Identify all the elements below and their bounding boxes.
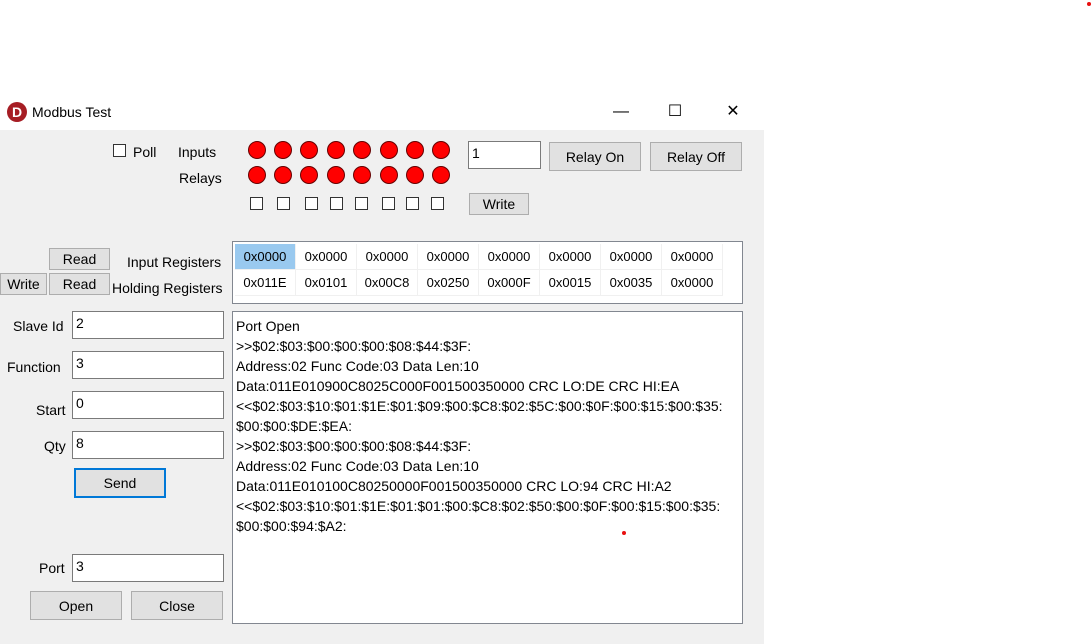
relay-on-button[interactable]: Relay On	[549, 142, 641, 171]
input-led	[380, 141, 398, 159]
slave-id-label: Slave Id	[13, 318, 64, 334]
input-led	[300, 141, 318, 159]
input-register-cell[interactable]: 0x0000	[418, 244, 479, 270]
port-label: Port	[39, 560, 65, 576]
holding-register-cell[interactable]: 0x011E	[235, 270, 296, 296]
holding-register-cell[interactable]: 0x000F	[479, 270, 540, 296]
function-input[interactable]: 3	[72, 351, 224, 379]
qty-label: Qty	[44, 438, 66, 454]
function-label: Function	[7, 359, 61, 375]
relay-number-input[interactable]: 1	[468, 141, 541, 169]
holding-register-cell[interactable]: 0x0035	[601, 270, 662, 296]
log-line: Data:011E010900C8025C000F001500350000 CR…	[236, 378, 680, 394]
start-input[interactable]: 0	[72, 391, 224, 419]
relay-led	[353, 166, 371, 184]
log-line: <<$02:$03:$10:$01:$1E:$01:$09:$00:$C8:$0…	[236, 398, 723, 414]
log-line: $00:$00:$94:$A2:	[236, 518, 347, 534]
input-register-cell[interactable]: 0x0000	[235, 244, 296, 270]
relay-led	[248, 166, 266, 184]
input-led	[432, 141, 450, 159]
open-port-button[interactable]: Open	[30, 591, 122, 620]
app-logo-icon: D	[7, 102, 27, 122]
log-line: Data:011E010100C80250000F001500350000 CR…	[236, 478, 672, 494]
holding-register-cell[interactable]: 0x0250	[418, 270, 479, 296]
log-line: Address:02 Func Code:03 Data Len:10	[236, 458, 479, 474]
relay-led	[380, 166, 398, 184]
relay-checkbox-5[interactable]	[355, 197, 368, 210]
poll-checkbox[interactable]	[113, 144, 126, 157]
title-bar[interactable]: D Modbus Test — ☐ ✕	[0, 96, 764, 130]
stray-red-dot	[1087, 2, 1091, 6]
relays-label: Relays	[179, 170, 222, 186]
relay-checkbox-7[interactable]	[406, 197, 419, 210]
modbus-test-window: D Modbus Test — ☐ ✕ Poll Inputs Relays 1…	[0, 96, 764, 644]
log-line: >>$02:$03:$00:$00:$00:$08:$44:$3F:	[236, 438, 472, 454]
close-window-button[interactable]: ✕	[710, 96, 756, 128]
cursor-dot	[622, 531, 626, 535]
log-line: $00:$00:$DE:$EA:	[236, 418, 352, 434]
relay-led	[432, 166, 450, 184]
relay-checkbox-3[interactable]	[305, 197, 318, 210]
log-output[interactable]: Port Open >>$02:$03:$00:$00:$00:$08:$44:…	[232, 311, 743, 624]
input-led	[406, 141, 424, 159]
relay-led	[406, 166, 424, 184]
input-register-cell[interactable]: 0x0000	[662, 244, 723, 270]
holding-register-cell[interactable]: 0x0015	[540, 270, 601, 296]
read-input-registers-button[interactable]: Read	[49, 248, 110, 270]
input-led	[353, 141, 371, 159]
input-led	[327, 141, 345, 159]
holding-register-cell[interactable]: 0x0000	[662, 270, 723, 296]
relay-led	[274, 166, 292, 184]
relay-checkbox-2[interactable]	[277, 197, 290, 210]
input-register-cell[interactable]: 0x0000	[357, 244, 418, 270]
relay-led	[300, 166, 318, 184]
input-register-cell[interactable]: 0x0000	[479, 244, 540, 270]
log-line: Port Open	[236, 318, 300, 334]
input-register-cell[interactable]: 0x0000	[601, 244, 662, 270]
input-registers-label: Input Registers	[127, 254, 222, 270]
relay-checkbox-4[interactable]	[330, 197, 343, 210]
qty-input[interactable]: 8	[72, 431, 224, 459]
relay-checkbox-1[interactable]	[250, 197, 263, 210]
input-register-cell[interactable]: 0x0000	[540, 244, 601, 270]
write-relays-button[interactable]: Write	[469, 193, 529, 215]
holding-register-cell[interactable]: 0x00C8	[357, 270, 418, 296]
relay-led	[327, 166, 345, 184]
start-label: Start	[36, 402, 66, 418]
poll-label: Poll	[133, 144, 157, 160]
log-line: >>$02:$03:$00:$00:$00:$08:$44:$3F:	[236, 338, 472, 354]
maximize-button[interactable]: ☐	[652, 96, 698, 128]
holding-register-cell[interactable]: 0x0101	[296, 270, 357, 296]
relay-off-button[interactable]: Relay Off	[650, 142, 742, 171]
inputs-label: Inputs	[178, 144, 217, 160]
input-led	[274, 141, 292, 159]
relay-checkbox-6[interactable]	[382, 197, 395, 210]
input-register-cell[interactable]: 0x0000	[296, 244, 357, 270]
close-port-button[interactable]: Close	[131, 591, 223, 620]
register-grid[interactable]: 0x0000 0x0000 0x0000 0x0000 0x0000 0x000…	[232, 241, 743, 304]
port-input[interactable]: 3	[72, 554, 224, 582]
log-line: Address:02 Func Code:03 Data Len:10	[236, 358, 479, 374]
holding-registers-label: Holding Registers	[112, 280, 223, 296]
send-button[interactable]: Send	[74, 468, 166, 498]
minimize-button[interactable]: —	[598, 96, 644, 128]
write-holding-registers-button[interactable]: Write	[0, 273, 47, 295]
read-holding-registers-button[interactable]: Read	[49, 273, 110, 295]
input-led	[248, 141, 266, 159]
slave-id-input[interactable]: 2	[72, 311, 224, 339]
relay-checkbox-8[interactable]	[431, 197, 444, 210]
log-line: <<$02:$03:$10:$01:$1E:$01:$01:$00:$C8:$0…	[236, 498, 721, 514]
window-title: Modbus Test	[32, 104, 112, 120]
